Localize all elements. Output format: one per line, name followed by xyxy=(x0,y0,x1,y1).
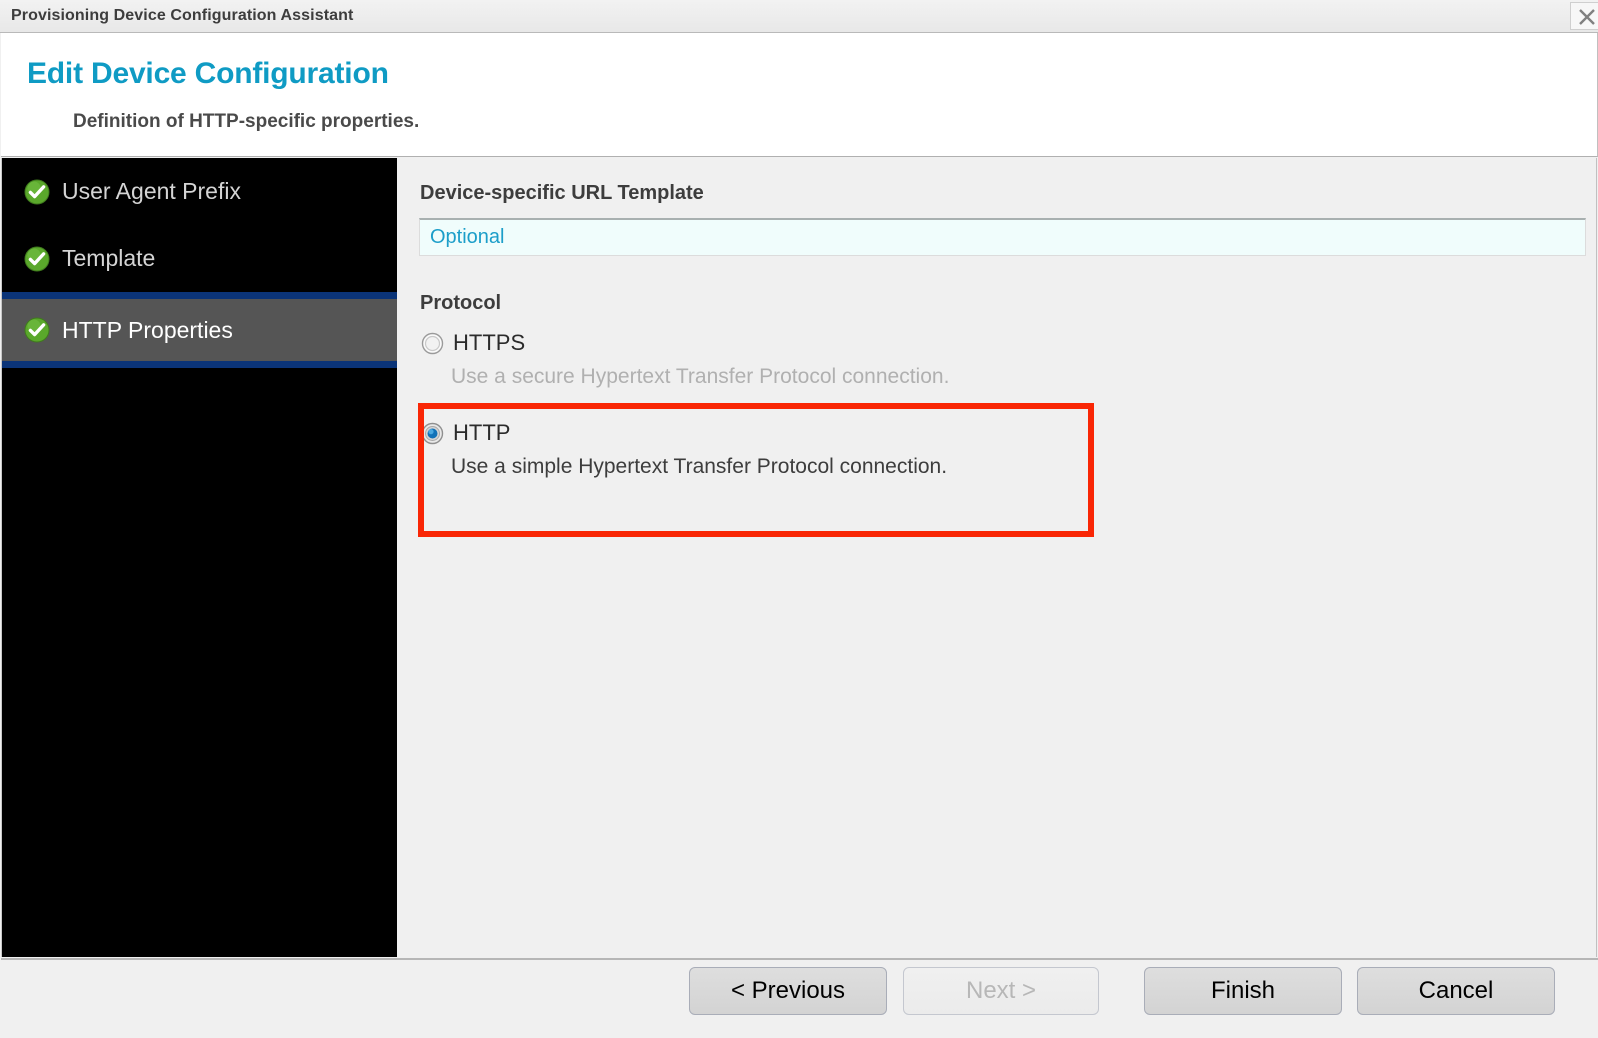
radio-https-row[interactable]: HTTPS xyxy=(421,330,525,356)
page-title: Edit Device Configuration xyxy=(27,57,389,90)
sidebar-item-http-properties[interactable]: HTTP Properties xyxy=(2,292,397,368)
window-titlebar: Provisioning Device Configuration Assist… xyxy=(0,0,1598,33)
sidebar-item-user-agent-prefix[interactable]: User Agent Prefix xyxy=(2,158,397,225)
protocol-group-label: Protocol xyxy=(420,292,502,314)
window-title: Provisioning Device Configuration Assist… xyxy=(11,7,354,24)
green-check-icon xyxy=(24,179,50,205)
sidebar-item-label: HTTP Properties xyxy=(62,316,233,343)
next-button: Next > xyxy=(903,967,1099,1015)
close-button[interactable] xyxy=(1570,2,1598,30)
previous-button[interactable]: < Previous xyxy=(689,967,887,1015)
radio-http-row[interactable]: HTTP xyxy=(421,420,510,446)
radio-label: HTTP xyxy=(453,420,511,445)
main-content-pane: Device-specific URL Template Protocol HT… xyxy=(397,158,1597,957)
radio-unselected-icon[interactable] xyxy=(421,332,444,355)
url-template-input[interactable] xyxy=(419,218,1586,256)
wizard-steps-sidebar: User Agent Prefix Template HTTP Properti… xyxy=(1,158,397,957)
url-template-label: Device-specific URL Template xyxy=(420,182,704,204)
green-check-icon xyxy=(24,246,50,272)
finish-button[interactable]: Finish xyxy=(1144,967,1342,1015)
sidebar-item-template[interactable]: Template xyxy=(2,225,397,292)
dialog-footer: < Previous Next > Finish Cancel xyxy=(1,958,1598,1038)
radio-selected-icon[interactable] xyxy=(421,422,444,445)
cancel-button[interactable]: Cancel xyxy=(1357,967,1555,1015)
dialog-header: Edit Device Configuration Definition of … xyxy=(1,33,1598,157)
sidebar-item-label: User Agent Prefix xyxy=(62,178,241,204)
sidebar-item-label: Template xyxy=(62,245,156,271)
radio-description: Use a simple Hypertext Transfer Protocol… xyxy=(451,455,948,478)
radio-description: Use a secure Hypertext Transfer Protocol… xyxy=(451,365,950,388)
radio-label: HTTPS xyxy=(453,330,526,355)
green-check-icon xyxy=(24,317,50,343)
dialog-window: Provisioning Device Configuration Assist… xyxy=(0,0,1598,1038)
page-subtitle: Definition of HTTP-specific properties. xyxy=(73,111,420,132)
